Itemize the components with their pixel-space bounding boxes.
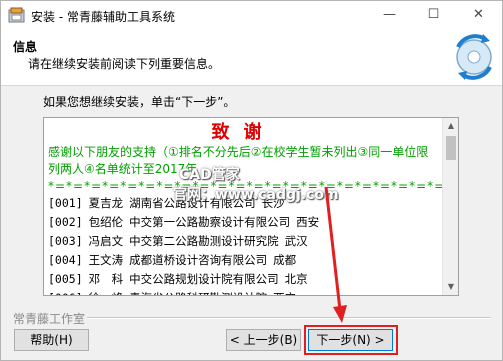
maximize-button[interactable]: ☐ bbox=[411, 1, 456, 30]
thanks-heading: 致谢 bbox=[211, 122, 276, 143]
vertical-scrollbar[interactable]: ▲ ▼ bbox=[442, 118, 458, 295]
close-button[interactable]: ✕ bbox=[456, 1, 501, 30]
page-title: 信息 bbox=[13, 40, 38, 54]
installer-window: 安装 - 常青藤辅助工具系统 — ☐ ✕ 信息 请在继续安装前阅读下列重要信息。… bbox=[0, 0, 503, 361]
row-city: 北京 bbox=[284, 272, 308, 286]
title-bar[interactable]: 安装 - 常青藤辅助工具系统 — ☐ ✕ bbox=[1, 1, 502, 30]
thanks-list-row: [003] 冯启文 中交第二公路勘测设计研究院 武汉 bbox=[48, 232, 439, 251]
minimize-button[interactable]: — bbox=[367, 1, 412, 30]
help-button[interactable]: 帮助(H) bbox=[14, 329, 89, 351]
thanks-list-row: [002] 包绍伦 中交第一公路勘察设计有限公司 西安 bbox=[48, 213, 439, 232]
row-city: 西宁 bbox=[273, 291, 296, 295]
row-name: 邓 科 bbox=[88, 272, 124, 286]
footer-divider bbox=[87, 317, 491, 319]
row-id: [001] bbox=[48, 196, 83, 210]
row-id: [004] bbox=[48, 253, 83, 267]
back-button[interactable]: < 上一步(B) bbox=[226, 329, 301, 351]
row-id: [003] bbox=[48, 234, 83, 248]
thanks-list-row: [001] 夏吉龙 湖南省公路设计有限公司 长沙 bbox=[48, 194, 439, 213]
info-memo[interactable]: 致谢 感谢以下朋友的支持（①排名不分先后②在校学生暂未列出③同一单位限列两人④名… bbox=[43, 117, 459, 296]
scroll-up-icon[interactable]: ▲ bbox=[443, 118, 458, 134]
row-id: [002] bbox=[48, 215, 83, 229]
row-org: 青海省公路科研勘测设计院 bbox=[129, 291, 267, 295]
row-city: 长沙 bbox=[261, 196, 285, 210]
window-title: 安装 - 常青藤辅助工具系统 bbox=[31, 10, 175, 24]
scroll-thumb[interactable] bbox=[446, 136, 456, 160]
setup-disc-icon bbox=[456, 34, 492, 80]
thanks-list-row: [005] 邓 科中交公路规划设计院有限公司 北京 bbox=[48, 270, 439, 289]
row-org: 成都道桥设计咨询有限公司 bbox=[129, 253, 268, 267]
row-org: 中交第二公路勘测设计研究院 bbox=[129, 234, 279, 248]
thanks-list: [001] 夏吉龙 湖南省公路设计有限公司 长沙 [002] 包绍伦 中交第一公路勘察设计有… bbox=[48, 194, 439, 295]
row-id: [006] bbox=[48, 291, 83, 295]
scroll-down-icon[interactable]: ▼ bbox=[443, 279, 458, 295]
row-org: 中交第一公路勘察设计有限公司 bbox=[129, 215, 291, 229]
row-org: 湖南省公路设计有限公司 bbox=[129, 196, 256, 210]
row-name: 王文涛 bbox=[88, 253, 124, 267]
row-id: [005] bbox=[48, 272, 83, 286]
star-divider: *=*=*=*=*=*=*=*=*=*=*=*=*=*=*=*=*=*=*=*=… bbox=[48, 179, 459, 193]
thanks-list-row: [006] 徐 峰 青海省公路科研勘测设计院 西宁 bbox=[48, 289, 439, 295]
thanks-list-row: [004] 王文涛 成都道桥设计咨询有限公司 成都 bbox=[48, 251, 439, 270]
row-name: 夏吉龙 bbox=[88, 196, 124, 210]
row-city: 西安 bbox=[296, 215, 320, 229]
row-city: 成都 bbox=[273, 253, 297, 267]
brand-label: 常青藤工作室 bbox=[13, 312, 86, 326]
next-button-highlight bbox=[304, 325, 398, 355]
page-header: 信息 请在继续安装前阅读下列重要信息。 bbox=[1, 30, 502, 86]
row-name: 包绍伦 bbox=[88, 215, 124, 229]
row-name: 冯启文 bbox=[88, 234, 124, 248]
app-icon bbox=[8, 7, 25, 23]
row-name: 徐 峰 bbox=[89, 291, 124, 295]
thanks-intro: 感谢以下朋友的支持（①排名不分先后②在校学生暂未列出③同一单位限列两人④名单统计… bbox=[48, 145, 429, 176]
continue-prompt: 如果您想继续安装，单击“下一步”。 bbox=[43, 95, 236, 109]
page-subtitle: 请在继续安装前阅读下列重要信息。 bbox=[28, 57, 221, 71]
info-text: 致谢 感谢以下朋友的支持（①排名不分先后②在校学生暂未列出③同一单位限列两人④名… bbox=[44, 118, 459, 295]
row-org: 中交公路规划设计院有限公司 bbox=[129, 272, 279, 286]
row-city: 武汉 bbox=[284, 234, 308, 248]
